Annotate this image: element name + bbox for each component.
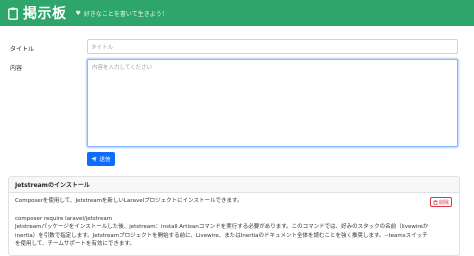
- post-card: Jetstreamのインストール 削除 Composerを使用して、Jetstr…: [8, 176, 460, 256]
- app-header: 掲示板 ♥ 好きなことを書いて生きよう！: [0, 0, 474, 26]
- post-line: composer require laravel/jetstream: [15, 215, 113, 222]
- delete-label: 削除: [438, 199, 449, 206]
- post-line: Jetstreamパッケージをインストールした後、jetstream：insta…: [15, 224, 429, 230]
- post-body: 削除 Composerを使用して、Jetstreamを新しいLaravelプロジ…: [9, 193, 459, 253]
- post-line: を使用して、チームサポートを有効にできます。: [15, 241, 135, 247]
- content-textarea[interactable]: 内容を入力してください: [87, 59, 458, 147]
- send-icon: [91, 156, 98, 162]
- post-line: inertia）を引数で指定します。Jetstreamプロジェクトを開始する前に…: [15, 232, 428, 239]
- title-label: タイトル: [10, 46, 35, 53]
- title-input[interactable]: タイトル: [87, 39, 458, 54]
- title-placeholder: タイトル: [91, 44, 114, 51]
- content-label: 内容: [10, 65, 23, 72]
- content-placeholder: 内容を入力してください: [92, 65, 153, 71]
- post-title: Jetstreamのインストール: [9, 177, 459, 193]
- trash-icon: [433, 199, 438, 205]
- app-tagline: 好きなことを書いて生きよう！: [83, 10, 168, 18]
- delete-button[interactable]: 削除: [430, 197, 452, 207]
- app-title[interactable]: 掲示板: [23, 3, 67, 23]
- post-line: Composerを使用して、Jetstreamを新しいLaravelプロジェクト…: [15, 198, 243, 204]
- submit-label: 送信: [99, 157, 111, 163]
- submit-button[interactable]: 送信: [87, 152, 115, 166]
- heart-icon: ♥: [75, 9, 81, 17]
- post-spacer: [15, 206, 453, 215]
- clipboard-icon: [8, 7, 18, 20]
